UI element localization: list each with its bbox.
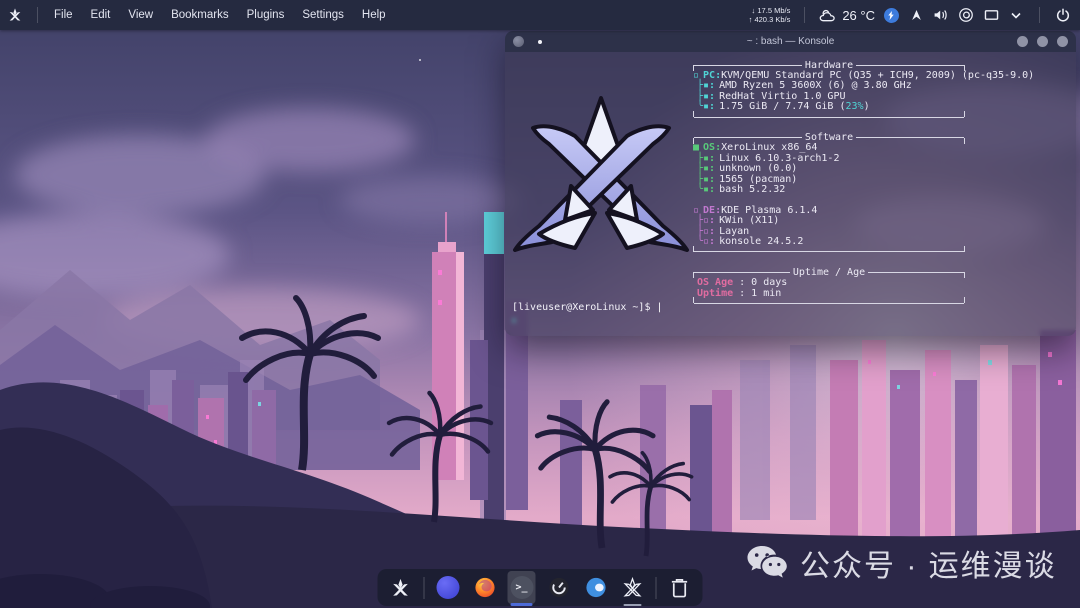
wm-row: ├▫:KWin (X11) [693, 215, 1068, 225]
pointer-tray-icon[interactable] [907, 6, 925, 24]
trash-icon [670, 577, 690, 598]
pointer-icon [910, 8, 923, 22]
menu-view[interactable]: View [119, 0, 162, 30]
menu-bookmarks[interactable]: Bookmarks [162, 0, 238, 30]
hardware-box-top: Hardware [693, 60, 965, 70]
virtual-display-icon [984, 9, 999, 22]
packages-row: ├▪:1565 (pacman) [693, 174, 1068, 184]
theme-row: ├▫:Layan [693, 226, 1068, 236]
konsole-icon: >_ [510, 576, 533, 599]
pc-row: ▫PC: KVM/QEMU Standard PC (Q35 + ICH9, 2… [693, 70, 1068, 80]
separator [1039, 7, 1040, 23]
dial-app-icon [547, 576, 570, 599]
dock-firefox[interactable] [471, 571, 499, 604]
menu-file[interactable]: File [45, 0, 82, 30]
net-down-speed: 17.5 Mb/s [757, 6, 790, 15]
terminal-row: ╰▫:konsole 24.5.2 [693, 236, 1068, 246]
hardware-box-bottom [693, 112, 965, 122]
network-tray-icon[interactable] [957, 6, 975, 24]
watermark: 公众号 · 运维漫谈 [746, 541, 1057, 585]
window-titlebar[interactable]: ~ : bash — Konsole [505, 31, 1076, 52]
uptime-section: Uptime / Age OS Age : 0 days Uptime : 1 … [693, 267, 1068, 309]
tray-expander[interactable] [1007, 6, 1025, 24]
os-age-row: OS Age : 0 days [693, 277, 1068, 287]
cpu-row: ├▪:AMD Ryzen 5 3600X (6) @ 3.80 GHz [693, 81, 1068, 91]
xerolinux-icon [390, 577, 412, 599]
network-globe-icon [958, 7, 974, 23]
shell-row: ╰▪:bash 5.2.32 [693, 184, 1068, 194]
chevron-down-icon [1011, 12, 1021, 19]
dock-blue-sphere-app[interactable] [582, 571, 610, 604]
de-row: ▫DE: KDE Plasma 6.1.4 [693, 205, 1068, 215]
blue-orb-icon [436, 576, 459, 599]
dock-separator [424, 577, 425, 599]
bolt-icon [887, 11, 895, 20]
memory-row: ╰▪:1.75 GiB / 7.74 GiB (23%) [693, 102, 1068, 112]
software-box-top: Software [693, 132, 965, 142]
hardware-section: Hardware ▫PC: KVM/QEMU Standard PC (Q35 … [693, 60, 1068, 122]
window-title: ~ : bash — Konsole [505, 36, 1076, 47]
system-tray: ↓ 17.5 Mb/s ↑ 420.3 Kb/s 26 °C [749, 6, 1080, 24]
dock-konsole[interactable]: >_ [508, 571, 536, 604]
weather-cloud-icon [819, 8, 838, 23]
dock-trash[interactable] [666, 571, 694, 604]
titlebar-dot [538, 40, 542, 44]
menu-help[interactable]: Help [353, 0, 395, 30]
power-profile-tray-icon[interactable] [882, 6, 900, 24]
dock: >_ [378, 569, 703, 606]
wechat-icon [746, 544, 790, 582]
power-button[interactable] [1054, 6, 1072, 24]
volume-tray-icon[interactable] [932, 6, 950, 24]
xerolinux-logo [511, 90, 691, 258]
menu-settings[interactable]: Settings [293, 0, 353, 30]
uptime-box-top: Uptime / Age [693, 267, 965, 277]
display-tray-icon[interactable] [982, 6, 1000, 24]
firefox-icon [473, 576, 496, 599]
separator [37, 7, 38, 23]
network-speed-widget[interactable]: ↓ 17.5 Mb/s ↑ 420.3 Kb/s [749, 6, 791, 24]
unknown-row: ├▪:unknown (0.0) [693, 164, 1068, 174]
xerolinux-outline-icon [622, 577, 644, 599]
blue-sphere-icon [584, 576, 607, 599]
power-icon [1055, 7, 1071, 23]
text-cursor: | [657, 302, 663, 313]
top-panel: File Edit View Bookmarks Plugins Setting… [0, 0, 1080, 30]
weather-widget[interactable]: 26 °C [819, 8, 875, 23]
dock-xerolinux-hello[interactable] [619, 571, 647, 604]
menu-plugins[interactable]: Plugins [238, 0, 294, 30]
menubar: File Edit View Bookmarks Plugins Setting… [45, 0, 395, 30]
uptime-box-bottom [693, 298, 965, 308]
dock-separator [656, 577, 657, 599]
os-row: ■OS: XeroLinux x86_64 [693, 143, 1068, 153]
volume-icon [933, 8, 949, 22]
xerolinux-icon [7, 7, 23, 23]
software-box-bottom [693, 247, 965, 257]
dock-dial-app[interactable] [545, 571, 573, 604]
separator [804, 7, 805, 23]
gpu-row: ├▪:RedHat Virtio 1.0 GPU [693, 91, 1068, 101]
close-button[interactable] [1057, 36, 1068, 47]
minimize-button[interactable] [1017, 36, 1028, 47]
menu-edit[interactable]: Edit [82, 0, 120, 30]
temperature: 26 °C [842, 8, 875, 23]
kernel-row: ├▪:Linux 6.10.3-arch1-2 [693, 153, 1068, 163]
app-launcher-button[interactable] [0, 0, 30, 30]
shell-prompt[interactable]: [liveuser@XeroLinux ~]$ | [512, 302, 663, 313]
watermark-text: 公众号 · 运维漫谈 [800, 541, 1057, 585]
uptime-row: Uptime : 1 min [693, 288, 1068, 298]
dock-blue-orb-app[interactable] [434, 571, 462, 604]
konsole-window[interactable]: ~ : bash — Konsole [505, 31, 1076, 336]
dock-xerolinux-launcher[interactable] [387, 571, 415, 604]
fetch-info: Hardware ▫PC: KVM/QEMU Standard PC (Q35 … [693, 60, 1068, 319]
software-section: Software ■OS: XeroLinux x86_64 ├▪:Linux … [693, 132, 1068, 257]
maximize-button[interactable] [1037, 36, 1048, 47]
window-app-icon[interactable] [513, 36, 524, 47]
net-up-speed: 420.3 Kb/s [754, 15, 790, 24]
terminal-content[interactable]: Hardware ▫PC: KVM/QEMU Standard PC (Q35 … [505, 52, 1076, 336]
